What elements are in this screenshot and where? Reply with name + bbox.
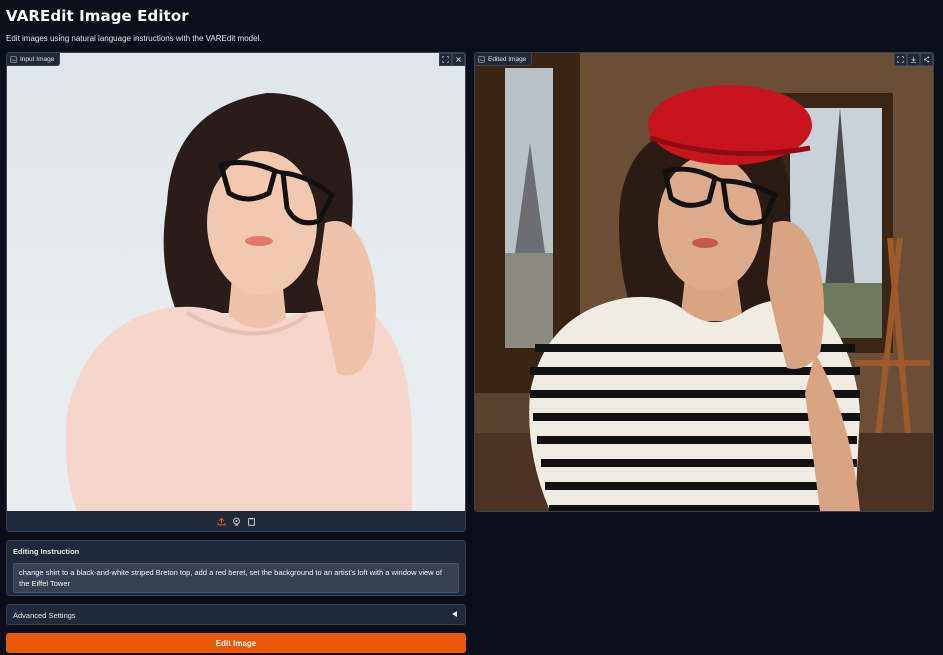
instruction-panel: Editing Instruction change shirt to a bl… [6, 540, 466, 596]
input-image-label-text: Input Image [20, 55, 55, 63]
input-source-toolbar [7, 511, 465, 531]
page-title: VAREdit Image Editor [6, 7, 189, 25]
edited-image-label: Edited Image [475, 53, 533, 66]
input-corner-buttons [439, 53, 465, 66]
upload-icon[interactable] [216, 517, 226, 526]
instruction-label: Editing Instruction [13, 547, 80, 556]
close-icon [456, 57, 461, 62]
edited-image-panel: Edited Image [474, 52, 934, 512]
fullscreen-icon [442, 56, 449, 63]
edited-image-label-text: Edited Image [488, 55, 527, 63]
advanced-settings-accordion[interactable]: Advanced Settings [6, 604, 466, 625]
download-button[interactable] [907, 53, 920, 66]
download-icon [911, 56, 916, 63]
share-button[interactable] [920, 53, 933, 66]
page-subtitle: Edit images using natural language instr… [6, 34, 262, 43]
input-photo [7, 53, 465, 511]
fullscreen-icon [897, 56, 904, 63]
image-icon [478, 55, 485, 63]
image-icon [10, 55, 17, 63]
input-image-label: Input Image [7, 53, 61, 66]
fullscreen-button[interactable] [439, 53, 452, 66]
webcam-icon[interactable] [232, 517, 241, 526]
clear-image-button[interactable] [452, 53, 465, 66]
clipboard-icon[interactable] [247, 517, 256, 526]
fullscreen-button[interactable] [894, 53, 907, 66]
advanced-settings-label: Advanced Settings [13, 611, 76, 620]
edited-corner-buttons [894, 53, 933, 66]
edit-image-button[interactable]: Edit Image [6, 633, 466, 653]
edited-photo [475, 53, 933, 511]
instruction-textarea[interactable]: change shirt to a black-and-white stripe… [13, 563, 459, 593]
input-image-panel[interactable]: Input Image [6, 52, 466, 532]
caret-left-icon [452, 611, 457, 617]
share-icon [923, 56, 930, 63]
